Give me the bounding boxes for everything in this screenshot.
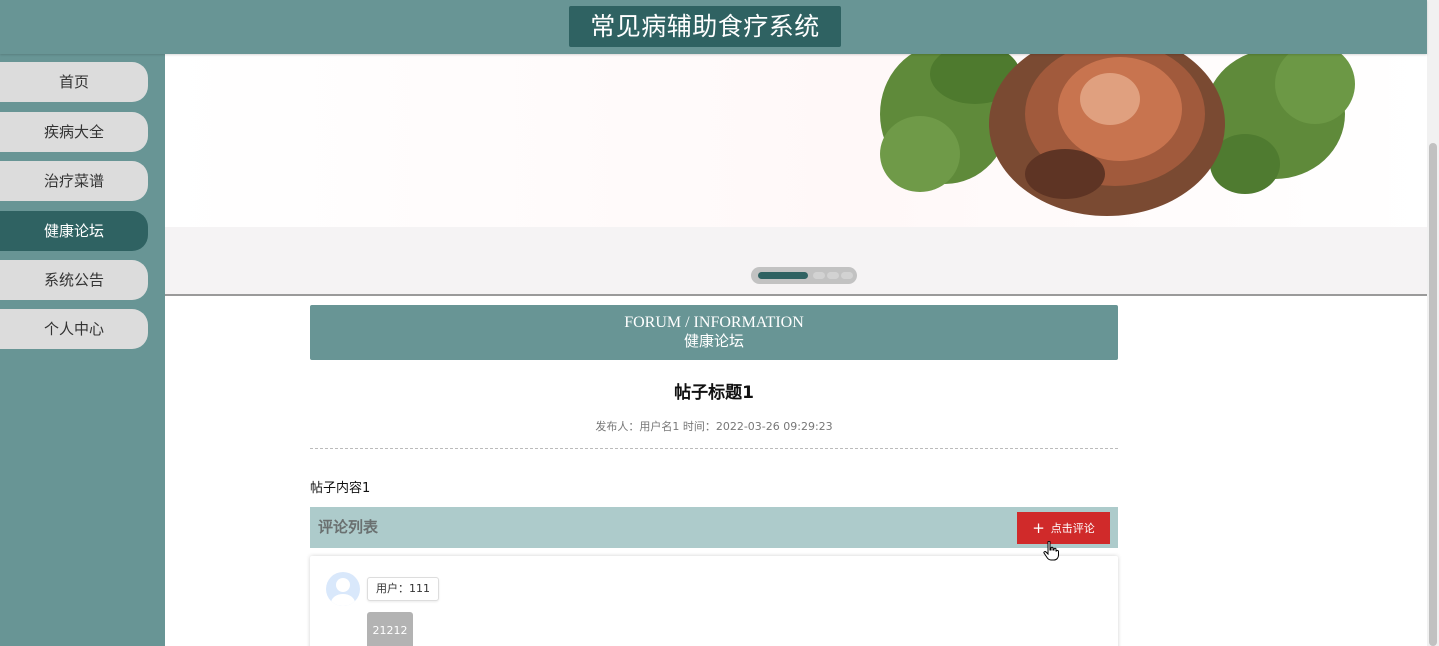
carousel-dot-1[interactable] [758, 272, 808, 279]
sidebar-item-recipes[interactable]: 治疗菜谱 [0, 161, 148, 201]
carousel-dot-4[interactable] [841, 272, 853, 279]
sidebar-item-diseases[interactable]: 疾病大全 [0, 112, 148, 152]
top-header: 常见病辅助食疗系统 [0, 0, 1427, 54]
post-content: 帖子内容1 [310, 481, 371, 496]
comment-text: 21212 [367, 612, 413, 646]
user-avatar-icon [331, 578, 355, 606]
sidebar-item-home[interactable]: 首页 [0, 62, 148, 102]
post-title: 帖子标题1 [674, 383, 754, 403]
section-header: FORUM / INFORMATION 健康论坛 [310, 305, 1118, 360]
sidebar: 首页 疾病大全 治疗菜谱 健康论坛 系统公告 个人中心 [0, 54, 165, 646]
add-comment-button[interactable]: + 点击评论 [1017, 512, 1110, 544]
scrollbar-thumb[interactable] [1429, 143, 1437, 646]
avatar [326, 572, 360, 606]
comment-user: 用户：111 [367, 577, 439, 601]
comment-list-header: 评论列表 + 点击评论 [310, 507, 1118, 548]
carousel-dot-2[interactable] [813, 272, 825, 279]
page-scrollbar[interactable] [1427, 0, 1439, 646]
section-title-en: FORUM / INFORMATION [624, 314, 804, 331]
hand-cursor-icon [1043, 540, 1059, 565]
sidebar-item-forum[interactable]: 健康论坛 [0, 211, 148, 251]
site-title: 常见病辅助食疗系统 [569, 6, 841, 47]
section-title-cn: 健康论坛 [683, 332, 744, 350]
banner-image [165, 54, 1427, 227]
carousel-dot-3[interactable] [827, 272, 839, 279]
comment-list-title: 评论列表 [318, 518, 379, 536]
plus-icon: + [1032, 519, 1045, 537]
comment-item: 用户：111 21212 [310, 556, 1118, 646]
sidebar-item-profile[interactable]: 个人中心 [0, 309, 148, 349]
post-meta: 发布人：用户名1 时间：2022-03-26 09:29:23 [595, 420, 833, 433]
add-comment-label: 点击评论 [1050, 522, 1095, 535]
sidebar-item-announcements[interactable]: 系统公告 [0, 260, 148, 300]
carousel-indicators [751, 267, 857, 284]
divider [310, 448, 1118, 449]
banner-carousel[interactable] [165, 54, 1427, 296]
